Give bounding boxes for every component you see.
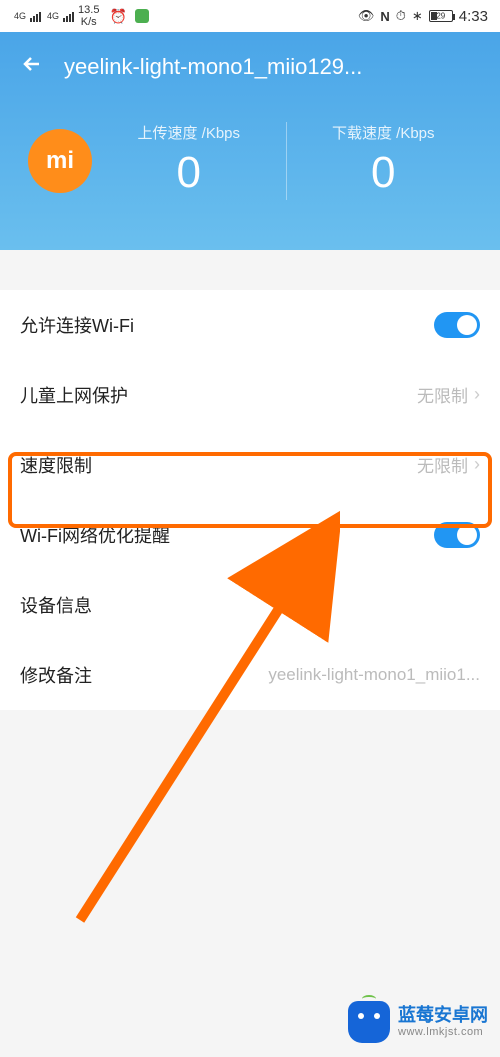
wifi-allow-toggle[interactable]: [434, 312, 480, 338]
speed-limit-row[interactable]: 速度限制 无限制 ›: [0, 430, 500, 500]
wifi-optimize-row[interactable]: Wi-Fi网络优化提醒: [0, 500, 500, 570]
speed-number: 13.5: [78, 4, 99, 16]
network-type-2: 4G: [47, 12, 59, 21]
speed-section: mi 上传速度 /Kbps 0 下载速度 /Kbps 0: [20, 102, 480, 200]
watermark-title: 蓝莓安卓网: [398, 1005, 488, 1027]
wifi-allow-row[interactable]: 允许连接Wi-Fi: [0, 290, 500, 360]
device-info-row[interactable]: 设备信息: [0, 570, 500, 640]
shield-icon: [135, 9, 149, 23]
speed-columns: 上传速度 /Kbps 0 下载速度 /Kbps 0: [92, 122, 480, 200]
download-speed-col: 下载速度 /Kbps 0: [286, 122, 481, 200]
nfc-icon: N: [380, 9, 389, 24]
watermark-logo: [348, 1001, 390, 1043]
network-speed: 13.5 K/s: [78, 4, 99, 28]
download-label: 下载速度 /Kbps: [287, 122, 481, 143]
eye-protect-icon: 👁: [358, 8, 375, 24]
signal-bars-1: [30, 10, 41, 22]
clock-icon: ⏱: [396, 8, 406, 24]
chevron-right-icon: ›: [474, 454, 480, 475]
status-right: 👁 N ⏱ ∗ 29 4:33: [358, 8, 488, 25]
upload-speed-col: 上传速度 /Kbps 0: [92, 122, 286, 200]
upload-label: 上传速度 /Kbps: [92, 122, 286, 143]
network-type-1: 4G: [14, 12, 26, 21]
chevron-right-icon: ›: [474, 384, 480, 405]
header: yeelink-light-mono1_miio129... mi 上传速度 /…: [0, 32, 500, 250]
device-info-label: 设备信息: [20, 592, 92, 618]
settings-list: 允许连接Wi-Fi 儿童上网保护 无限制 › 速度限制 无限制 › Wi-Fi网…: [0, 290, 500, 710]
watermark-text: 蓝莓安卓网 www.lmkjst.com: [398, 1005, 488, 1040]
modify-note-label: 修改备注: [20, 662, 92, 688]
brand-logo: mi: [28, 129, 92, 193]
wifi-optimize-label: Wi-Fi网络优化提醒: [20, 522, 170, 548]
modify-note-value: yeelink-light-mono1_miio1...: [268, 665, 480, 685]
child-protect-row[interactable]: 儿童上网保护 无限制 ›: [0, 360, 500, 430]
speed-unit: K/s: [78, 16, 99, 28]
modify-note-row[interactable]: 修改备注 yeelink-light-mono1_miio1...: [0, 640, 500, 710]
speed-limit-label: 速度限制: [20, 452, 92, 478]
nav-row: yeelink-light-mono1_miio129...: [20, 32, 480, 102]
status-bar: 4G 4G 13.5 K/s ⏰ 👁 N ⏱ ∗ 29 4:33: [0, 0, 500, 32]
brand-text: mi: [46, 147, 74, 175]
bluetooth-icon: ∗: [412, 8, 423, 24]
wifi-allow-label: 允许连接Wi-Fi: [20, 312, 134, 338]
speed-limit-value: 无限制 ›: [417, 452, 480, 477]
status-time: 4:33: [459, 8, 488, 25]
signal-bars-2: [63, 10, 74, 22]
child-protect-value: 无限制 ›: [417, 382, 480, 407]
battery-icon: 29: [429, 10, 453, 22]
watermark: 蓝莓安卓网 www.lmkjst.com: [348, 1001, 488, 1043]
wifi-optimize-toggle[interactable]: [434, 522, 480, 548]
alarm-icon: ⏰: [109, 8, 126, 25]
page-title: yeelink-light-mono1_miio129...: [64, 54, 480, 80]
download-value: 0: [287, 147, 481, 200]
speed-limit-value-text: 无限制: [417, 452, 468, 477]
battery-percent: 29: [436, 12, 445, 21]
child-protect-value-text: 无限制: [417, 382, 468, 407]
back-button[interactable]: [20, 51, 44, 83]
status-left: 4G 4G 13.5 K/s ⏰: [12, 4, 149, 28]
child-protect-label: 儿童上网保护: [20, 382, 128, 408]
modify-note-value-text: yeelink-light-mono1_miio1...: [268, 665, 480, 685]
watermark-url: www.lmkjst.com: [398, 1026, 488, 1039]
upload-value: 0: [92, 147, 286, 200]
